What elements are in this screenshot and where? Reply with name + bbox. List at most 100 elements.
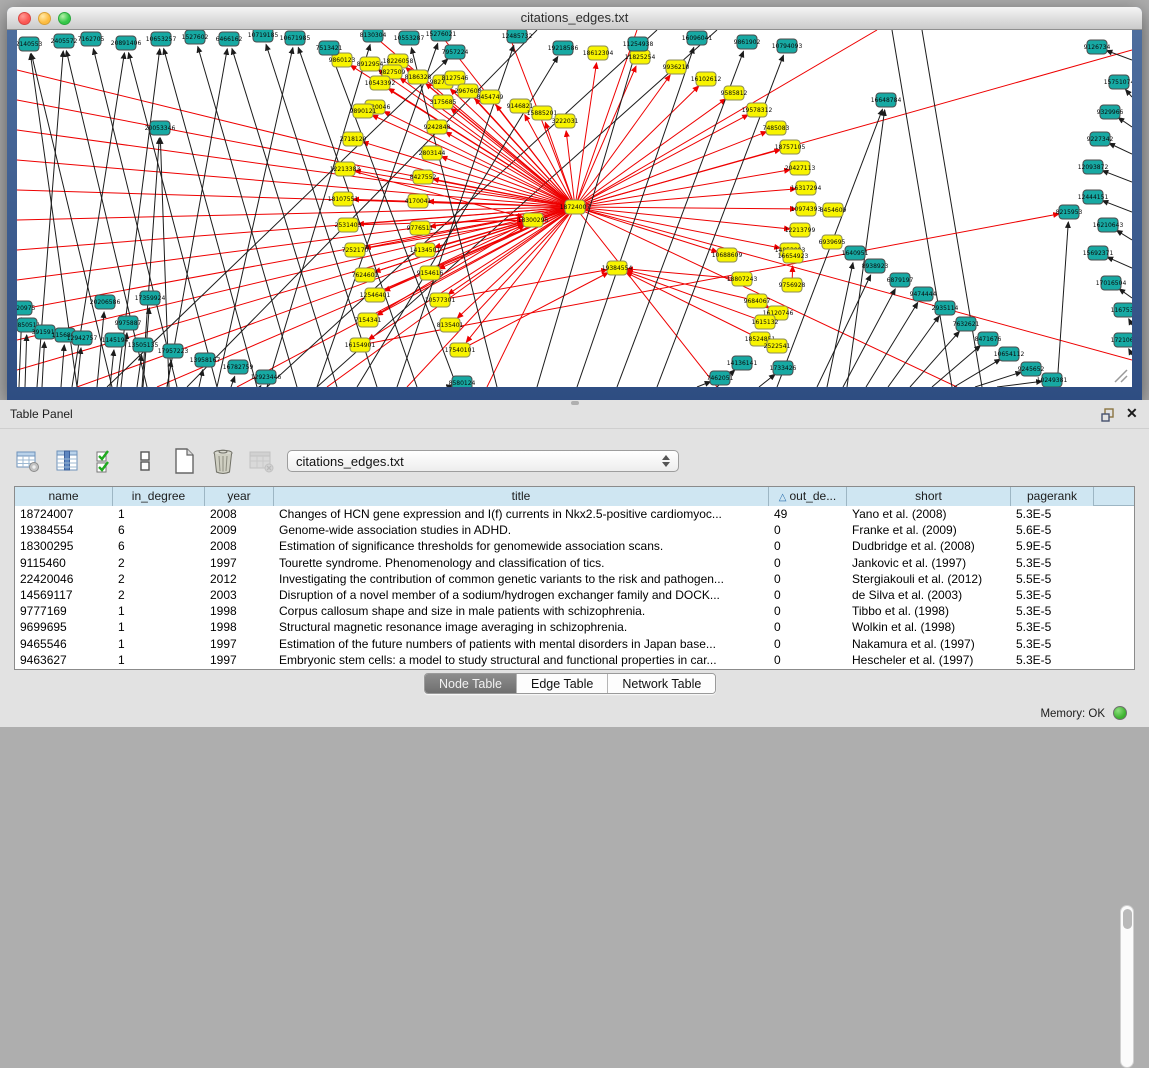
graph-node[interactable]: 15751074	[1104, 75, 1132, 89]
graph-node[interactable]: 8186328	[405, 70, 432, 84]
graph-node[interactable]: 10654112	[994, 347, 1025, 361]
graph-node[interactable]: 8454749	[477, 90, 504, 104]
graph-node[interactable]: 8471676	[975, 332, 1002, 346]
graph-node[interactable]: 7252170	[342, 243, 369, 257]
graph-node[interactable]: 16102612	[691, 72, 722, 86]
graph-node[interactable]: 16317294	[791, 181, 822, 195]
graph-node[interactable]: 10688609	[712, 248, 743, 262]
table-row[interactable]: 946554611997Estimation of the future num…	[15, 636, 1134, 652]
row-height-icon[interactable]	[131, 447, 159, 475]
graph-node[interactable]: 8215953	[1056, 205, 1083, 219]
table-row[interactable]: 946362711997Embryonic stem cells: a mode…	[15, 652, 1134, 668]
table-row[interactable]: 977716911998Corpus callosum shape and si…	[15, 603, 1134, 619]
column-header-title[interactable]: title	[274, 487, 769, 506]
column-header-name[interactable]: name	[15, 487, 113, 506]
graph-node[interactable]: 1167533	[1111, 303, 1132, 317]
graph-node[interactable]: 17359924	[135, 291, 166, 305]
graph-node[interactable]: 9126734	[1084, 40, 1111, 54]
tab-node-table[interactable]: Node Table	[425, 674, 517, 693]
graph-node[interactable]: 13505135	[128, 338, 159, 352]
graph-node[interactable]: 1620975	[17, 301, 36, 315]
delete-rows-icon[interactable]	[209, 447, 237, 475]
graph-node[interactable]: 18107551	[328, 192, 359, 206]
graph-node[interactable]: 7632621	[953, 317, 980, 331]
column-header-out_de[interactable]: △out_de...	[769, 487, 847, 506]
table-row[interactable]: 1872400712008Changes of HCN gene express…	[15, 506, 1134, 522]
graph-node[interactable]: 3222031	[552, 114, 579, 128]
graph-node[interactable]: 8127546	[442, 71, 469, 85]
graph-node[interactable]: 9329966	[1097, 105, 1124, 119]
table-selector-dropdown[interactable]: citations_edges.txt	[287, 450, 679, 472]
column-header-short[interactable]: short	[847, 487, 1011, 506]
graph-node[interactable]: 7485083	[763, 121, 790, 135]
graph-node[interactable]: 3175685	[430, 95, 457, 109]
graph-node[interactable]: 9154616	[417, 266, 444, 280]
graph-node[interactable]: 12093872	[1078, 160, 1109, 174]
graph-node[interactable]: 4170041	[405, 194, 432, 208]
graph-node[interactable]: 16648784	[871, 93, 902, 107]
node-table[interactable]: namein_degreeyeartitle△out_de...shortpag…	[14, 486, 1135, 670]
new-table-icon[interactable]	[170, 447, 198, 475]
graph-node[interactable]: 8135401	[437, 318, 464, 332]
table-settings-icon[interactable]	[14, 447, 42, 475]
graph-node[interactable]: 10577301	[425, 293, 456, 307]
window-titlebar[interactable]: citations_edges.txt	[7, 7, 1142, 30]
graph-node[interactable]: 1145194	[102, 333, 129, 347]
graph-node[interactable]: 8938923	[862, 259, 889, 273]
graph-node[interactable]: 8580124	[449, 376, 476, 387]
table-row[interactable]: 1830029562008Estimation of significance …	[15, 538, 1134, 554]
graph-node[interactable]: 8427552	[410, 170, 437, 184]
graph-node[interactable]: 6466162	[216, 32, 243, 46]
table-vertical-scrollbar[interactable]	[1120, 905, 1134, 1068]
column-header-pagerank[interactable]: pagerank	[1011, 487, 1094, 506]
scrollbar-thumb[interactable]	[1123, 909, 1132, 929]
graph-node[interactable]: 2522541	[764, 339, 791, 353]
table-row[interactable]: 1938455462009Genome-wide association stu…	[15, 522, 1134, 538]
graph-node[interactable]: 2803144	[419, 146, 446, 160]
graph-node[interactable]: 19218586	[548, 41, 579, 55]
graph-node[interactable]: 2935114	[932, 301, 959, 315]
graph-node[interactable]: 20891406	[111, 36, 142, 50]
resize-grip-icon[interactable]	[1115, 370, 1127, 382]
graph-node[interactable]: 20427113	[785, 161, 816, 175]
table-row[interactable]: 1456911722003Disruption of a novel membe…	[15, 587, 1134, 603]
graph-node[interactable]: 2405572	[51, 34, 78, 48]
graph-node[interactable]: 2531403	[335, 218, 362, 232]
graph-node[interactable]: 10794093	[772, 39, 803, 53]
graph-node[interactable]: 12213799	[785, 223, 816, 237]
column-header-in_degree[interactable]: in_degree	[113, 487, 205, 506]
tab-edge-table[interactable]: Edge Table	[517, 674, 608, 693]
graph-node[interactable]: 9861902	[734, 35, 761, 49]
graph-node[interactable]: 9242848	[424, 120, 451, 134]
graph-node[interactable]: 7957224	[442, 45, 469, 59]
graph-node[interactable]: 7624601	[352, 268, 379, 282]
table-row[interactable]: 911546021997Tourette syndrome. Phenomeno…	[15, 555, 1134, 571]
graph-node[interactable]: 8130304	[360, 30, 387, 42]
graph-node[interactable]: 18612304	[583, 46, 614, 60]
graph-node[interactable]: 1640951	[842, 246, 869, 260]
tab-network-table[interactable]: Network Table	[608, 674, 715, 693]
graph-node[interactable]: 8454609	[820, 203, 847, 217]
graph-node[interactable]: 20206586	[90, 295, 121, 309]
float-panel-icon[interactable]	[1101, 408, 1116, 422]
graph-node[interactable]: 19578312	[742, 103, 773, 117]
graph-node[interactable]: 10671985	[280, 31, 311, 45]
graph-node[interactable]: 9474444	[910, 287, 937, 301]
graph-node[interactable]: 7513421	[316, 41, 343, 55]
graph-node[interactable]: 9756928	[779, 278, 806, 292]
graph-node[interactable]: 17540101	[445, 343, 476, 357]
column-header-year[interactable]: year	[205, 487, 274, 506]
graph-node[interactable]: 10553287	[394, 31, 425, 45]
graph-node[interactable]: 13958167	[190, 353, 221, 367]
graph-node[interactable]: 9585812	[721, 86, 748, 100]
graph-node[interactable]: 11254938	[623, 37, 654, 51]
close-panel-icon[interactable]: ✕	[1126, 405, 1138, 422]
graph-node[interactable]: 18807243	[727, 272, 758, 286]
graph-node[interactable]: 10974393	[791, 202, 822, 216]
graph-node[interactable]: 7462051	[707, 371, 734, 385]
table-row[interactable]: 969969511998Structural magnetic resonanc…	[15, 619, 1134, 635]
graph-node[interactable]: 2140553	[17, 37, 43, 51]
graph-node[interactable]: 9975887	[115, 316, 142, 330]
graph-node[interactable]: 18757105	[775, 140, 806, 154]
graph-node[interactable]: 1615132	[752, 315, 779, 329]
